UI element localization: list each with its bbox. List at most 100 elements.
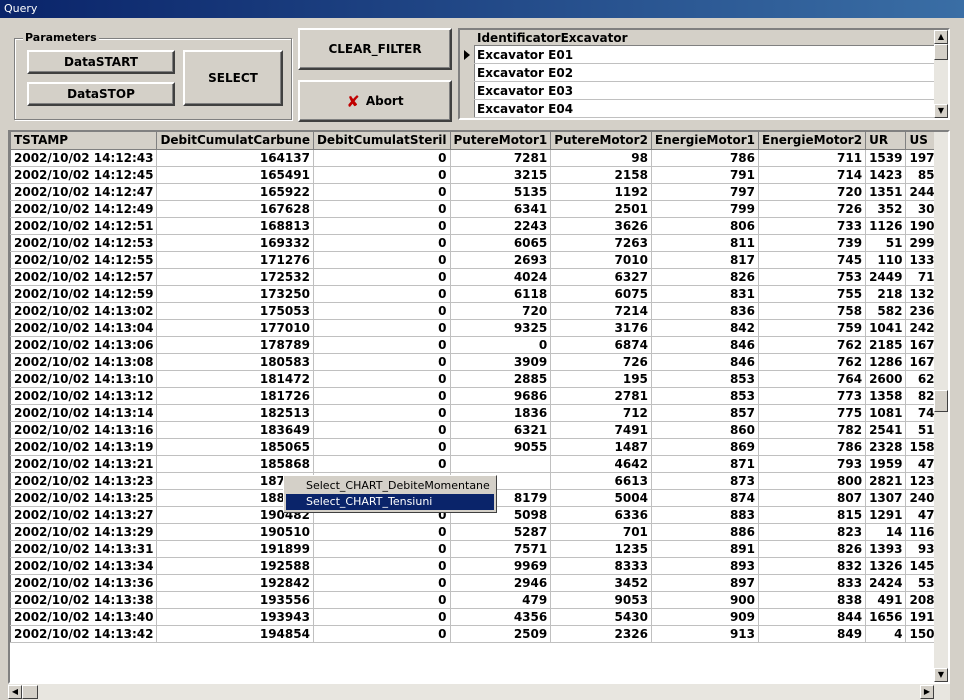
table-cell[interactable]: 2781 bbox=[550, 387, 652, 405]
table-cell[interactable]: 2002/10/02 14:13:02 bbox=[10, 302, 158, 320]
table-cell[interactable]: 6327 bbox=[550, 268, 652, 286]
table-cell[interactable]: 2821 bbox=[865, 472, 907, 490]
row-indicator[interactable] bbox=[10, 319, 11, 337]
table-cell[interactable]: 3909 bbox=[450, 353, 552, 371]
table-cell[interactable]: 726 bbox=[550, 353, 652, 371]
table-cell[interactable]: 2002/10/02 14:13:12 bbox=[10, 387, 158, 405]
table-cell[interactable]: 5287 bbox=[450, 523, 552, 541]
table-cell[interactable]: 9969 bbox=[450, 557, 552, 575]
table-cell[interactable]: 0 bbox=[313, 523, 451, 541]
table-cell[interactable]: 871 bbox=[651, 455, 760, 473]
table-cell[interactable]: 1235 bbox=[550, 540, 652, 558]
table-cell[interactable]: 6075 bbox=[550, 285, 652, 303]
table-row[interactable]: 2002/10/02 14:13:21 185868 0 4642 871 793 1959… bbox=[10, 455, 948, 473]
table-cell[interactable]: 182513 bbox=[156, 404, 314, 422]
column-header[interactable]: TSTAMP bbox=[10, 132, 158, 150]
table-row[interactable]: 2002/10/02 14:12:59 173250 0 6118 6075 831 755… bbox=[10, 285, 948, 303]
table-row[interactable]: 2002/10/02 14:13:08 180583 0 3909 726 846 762 1… bbox=[10, 353, 948, 371]
table-cell[interactable]: 7263 bbox=[550, 234, 652, 252]
table-row[interactable]: 2002/10/02 14:12:57 172532 0 4024 6327 826 753… bbox=[10, 268, 948, 286]
excavator-list-scrollbar[interactable]: ▲ ▼ bbox=[934, 30, 948, 118]
table-row[interactable]: 2002/10/02 14:12:47 165922 0 5135 1192 797 720… bbox=[10, 183, 948, 201]
table-cell[interactable]: 817 bbox=[651, 251, 760, 269]
row-indicator[interactable] bbox=[10, 489, 11, 507]
table-cell[interactable]: 0 bbox=[313, 183, 451, 201]
scroll-down-icon[interactable]: ▼ bbox=[934, 668, 948, 682]
table-cell[interactable]: 7010 bbox=[550, 251, 652, 269]
table-cell[interactable]: 1358 bbox=[865, 387, 907, 405]
table-cell[interactable]: 1291 bbox=[865, 506, 907, 524]
table-row[interactable]: 2002/10/02 14:13:19 185065 0 9055 1487 869 786… bbox=[10, 438, 948, 456]
select-button[interactable]: SELECT bbox=[183, 50, 283, 106]
table-cell[interactable]: 745 bbox=[758, 251, 867, 269]
table-row[interactable]: 2002/10/02 14:12:49 167628 0 6341 2501 799 726… bbox=[10, 200, 948, 218]
table-cell[interactable]: 6065 bbox=[450, 234, 552, 252]
table-cell[interactable]: 1326 bbox=[865, 557, 907, 575]
column-header[interactable]: EnergieMotor2 bbox=[758, 132, 867, 150]
row-indicator[interactable] bbox=[10, 608, 11, 626]
table-cell[interactable]: 826 bbox=[651, 268, 760, 286]
row-indicator[interactable] bbox=[10, 472, 11, 490]
table-cell[interactable]: 0 bbox=[313, 336, 451, 354]
table-cell[interactable]: 2509 bbox=[450, 625, 552, 643]
table-cell[interactable]: 2002/10/02 14:13:19 bbox=[10, 438, 158, 456]
table-row[interactable]: 2002/10/02 14:13:14 182513 0 1836 712 857 775 1… bbox=[10, 404, 948, 422]
table-cell[interactable]: 6118 bbox=[450, 285, 552, 303]
table-cell[interactable]: 3452 bbox=[550, 574, 652, 592]
table-cell[interactable]: 193556 bbox=[156, 591, 314, 609]
table-cell[interactable]: 6321 bbox=[450, 421, 552, 439]
table-cell[interactable]: 2002/10/02 14:12:59 bbox=[10, 285, 158, 303]
table-cell[interactable]: 9053 bbox=[550, 591, 652, 609]
table-cell[interactable]: 7281 bbox=[450, 149, 552, 167]
table-row[interactable]: 2002/10/02 14:13:02 175053 0 720 7214 836 758 5… bbox=[10, 302, 948, 320]
table-cell[interactable]: 2002/10/02 14:13:04 bbox=[10, 319, 158, 337]
excavator-item[interactable]: Excavator E01 bbox=[474, 46, 936, 64]
row-indicator[interactable] bbox=[10, 234, 11, 252]
table-cell[interactable]: 0 bbox=[313, 149, 451, 167]
table-cell[interactable]: 1836 bbox=[450, 404, 552, 422]
table-cell[interactable]: 1307 bbox=[865, 489, 907, 507]
table-cell[interactable]: 172532 bbox=[156, 268, 314, 286]
table-row[interactable]: 2002/10/02 14:13:31 191899 0 7571 1235 891 826… bbox=[10, 540, 948, 558]
table-cell[interactable]: 192588 bbox=[156, 557, 314, 575]
table-cell[interactable]: 883 bbox=[651, 506, 760, 524]
row-indicator[interactable] bbox=[10, 285, 11, 303]
table-cell[interactable]: 1192 bbox=[550, 183, 652, 201]
row-indicator[interactable] bbox=[10, 268, 11, 286]
table-cell[interactable]: 733 bbox=[758, 217, 867, 235]
table-cell[interactable]: 2002/10/02 14:13:34 bbox=[10, 557, 158, 575]
table-cell[interactable]: 0 bbox=[313, 574, 451, 592]
table-cell[interactable]: 194854 bbox=[156, 625, 314, 643]
row-indicator[interactable] bbox=[10, 251, 11, 269]
excavator-item[interactable]: Excavator E04 bbox=[474, 100, 936, 118]
table-row[interactable]: 2002/10/02 14:12:43 164137 0 7281 98 786 711 15… bbox=[10, 149, 948, 167]
table-row[interactable]: 2002/10/02 14:12:51 168813 0 2243 3626 806 733… bbox=[10, 217, 948, 235]
table-cell[interactable]: 797 bbox=[651, 183, 760, 201]
table-cell[interactable]: 873 bbox=[651, 472, 760, 490]
table-cell[interactable]: 185868 bbox=[156, 455, 314, 473]
table-cell[interactable]: 846 bbox=[651, 353, 760, 371]
table-cell[interactable]: 846 bbox=[651, 336, 760, 354]
table-cell[interactable]: 185065 bbox=[156, 438, 314, 456]
table-cell[interactable]: 181472 bbox=[156, 370, 314, 388]
table-cell[interactable]: 218 bbox=[865, 285, 907, 303]
grid-vertical-scrollbar[interactable]: ▼ bbox=[934, 132, 948, 682]
column-header[interactable]: UR bbox=[865, 132, 907, 150]
table-cell[interactable]: 0 bbox=[313, 438, 451, 456]
table-cell[interactable]: 897 bbox=[651, 574, 760, 592]
table-cell[interactable]: 5135 bbox=[450, 183, 552, 201]
table-cell[interactable]: 2002/10/02 14:13:16 bbox=[10, 421, 158, 439]
table-cell[interactable]: 844 bbox=[758, 608, 867, 626]
table-cell[interactable]: 1539 bbox=[865, 149, 907, 167]
table-row[interactable]: 2002/10/02 14:13:36 192842 0 2946 3452 897 833… bbox=[10, 574, 948, 592]
table-cell[interactable]: 2002/10/02 14:13:42 bbox=[10, 625, 158, 643]
table-cell[interactable]: 2326 bbox=[550, 625, 652, 643]
table-cell[interactable]: 165922 bbox=[156, 183, 314, 201]
table-cell[interactable]: 2002/10/02 14:12:57 bbox=[10, 268, 158, 286]
row-indicator[interactable] bbox=[10, 438, 11, 456]
table-cell[interactable]: 582 bbox=[865, 302, 907, 320]
table-cell[interactable]: 2002/10/02 14:12:53 bbox=[10, 234, 158, 252]
table-cell[interactable]: 759 bbox=[758, 319, 867, 337]
table-cell[interactable]: 2328 bbox=[865, 438, 907, 456]
table-cell[interactable]: 0 bbox=[313, 302, 451, 320]
